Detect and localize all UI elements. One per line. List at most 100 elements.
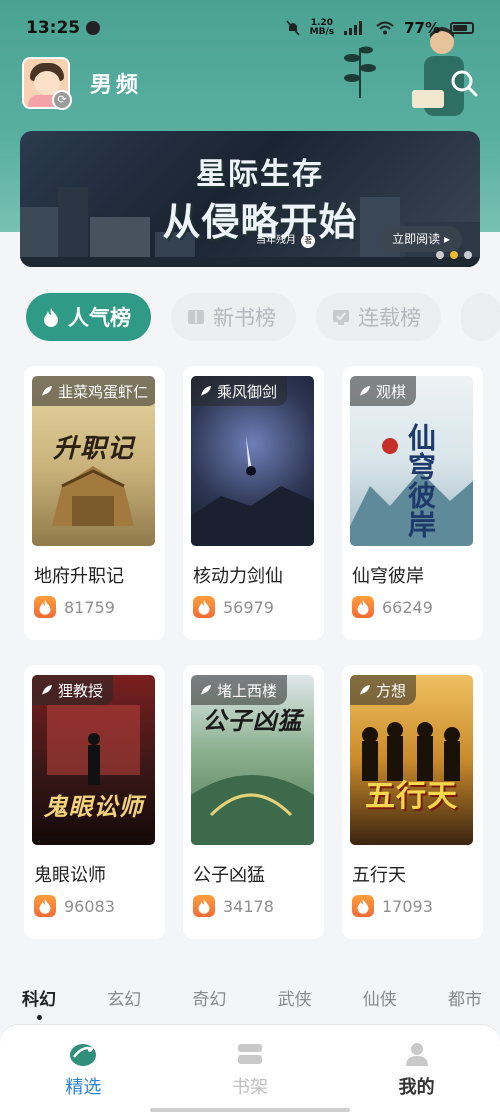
nav-profile[interactable]: 我的: [333, 1025, 500, 1115]
author-tag-text: 乘风御剑: [217, 382, 278, 401]
tab-xianxia[interactable]: 仙侠: [363, 985, 397, 1010]
heat-value: 96083: [64, 896, 115, 916]
status-indicators: 1.20 MB/s 77%: [286, 19, 474, 37]
feather-icon: [42, 386, 52, 396]
book-icon: [188, 310, 204, 324]
banner-author: 当年残月 著: [256, 231, 316, 248]
nav-featured[interactable]: 精选: [0, 1025, 167, 1115]
heat-value: 81759: [64, 597, 115, 617]
banner-dot[interactable]: [436, 251, 444, 259]
flame-icon: [44, 308, 58, 327]
book-title[interactable]: 核动力剑仙: [193, 562, 283, 588]
featured-icon: [70, 1044, 97, 1066]
book-heat: 56979: [193, 596, 274, 618]
check-badge-icon: [333, 310, 349, 325]
profile-icon: [405, 1043, 428, 1066]
channel-title[interactable]: 男频: [90, 67, 142, 99]
feather-icon: [201, 685, 211, 695]
heat-value: 17093: [382, 896, 433, 916]
banner-pagination: [436, 251, 472, 259]
category-tabs: 科幻 玄幻 奇幻 武侠 仙侠 都市: [22, 985, 482, 1020]
cover-title: 鬼眼讼师: [43, 793, 144, 821]
nav-profile-label: 我的: [398, 1077, 435, 1098]
author-tag-text: 观棋: [376, 382, 407, 401]
book-title[interactable]: 鬼眼讼师: [34, 861, 106, 887]
book-cover[interactable]: 乘风御剑: [191, 376, 314, 546]
nav-featured-label: 精选: [65, 1077, 102, 1098]
cover-title: 五行天: [365, 779, 458, 814]
author-tag-text: 狸教授: [58, 681, 104, 700]
switch-channel-icon[interactable]: ⟳: [52, 90, 72, 110]
mute-icon: [286, 20, 300, 36]
tab-fantasy[interactable]: 奇幻: [192, 985, 226, 1010]
book-heat: 66249: [352, 596, 433, 618]
book-cover[interactable]: 公子凶猛 堵上西楼: [191, 675, 314, 845]
book-cover[interactable]: 五行天 方想: [350, 675, 473, 845]
heat-value: 34178: [223, 896, 274, 916]
author-tag: 堵上西楼: [191, 675, 288, 705]
banner-author-name: 当年残月: [256, 235, 296, 246]
heat-value: 56979: [223, 597, 274, 617]
feather-icon: [360, 685, 370, 695]
top-bar: ⟳ 男频: [22, 56, 482, 110]
tab-serialized[interactable]: 连载榜: [316, 293, 441, 341]
author-tag: 狸教授: [32, 675, 114, 705]
feather-icon: [360, 386, 370, 396]
heat-value: 66249: [382, 597, 433, 617]
tab-more[interactable]: [461, 293, 500, 341]
book-cover[interactable]: 鬼眼讼师 狸教授: [32, 675, 155, 845]
home-indicator[interactable]: [150, 1108, 350, 1112]
banner-dot[interactable]: [464, 251, 472, 259]
banner-title-line1: 星际生存: [196, 157, 324, 192]
battery-icon: [450, 22, 474, 34]
book-title[interactable]: 地府升职记: [34, 562, 124, 588]
network-speed: 1.20 MB/s: [310, 19, 334, 37]
tab-new-books-label: 新书榜: [213, 306, 276, 330]
book-card[interactable]: 公子凶猛 堵上西楼 公子凶猛 34178: [183, 665, 324, 939]
cover-title: 仙穹彼岸: [404, 423, 437, 539]
tab-popular[interactable]: 人气榜: [26, 293, 151, 341]
battery-percent: 77%: [404, 19, 440, 37]
tab-xuanhuan[interactable]: 玄幻: [107, 985, 141, 1010]
nav-bookshelf[interactable]: 书架: [167, 1025, 334, 1115]
read-now-button[interactable]: 立即阅读 ▸: [380, 226, 462, 252]
fire-icon: [193, 596, 215, 618]
author-tag: 方想: [350, 675, 417, 705]
banner-dot-active[interactable]: [450, 251, 458, 259]
fire-icon: [34, 596, 56, 618]
book-card[interactable]: 乘风御剑 核动力剑仙 56979: [183, 366, 324, 640]
tab-new-books[interactable]: 新书榜: [171, 293, 296, 341]
book-title[interactable]: 五行天: [352, 861, 406, 887]
fire-icon: [352, 596, 374, 618]
book-cover[interactable]: 升职记 韭菜鸡蛋虾仁: [32, 376, 155, 546]
book-heat: 17093: [352, 895, 433, 917]
search-icon: [451, 70, 478, 97]
book-title[interactable]: 仙穹彼岸: [352, 562, 424, 588]
book-card[interactable]: 五行天 方想 五行天 17093: [342, 665, 483, 939]
nav-bookshelf-label: 书架: [232, 1077, 268, 1098]
book-card[interactable]: 鬼眼讼师 狸教授 鬼眼讼师 96083: [24, 665, 165, 939]
fire-icon: [34, 895, 56, 917]
author-tag-text: 堵上西楼: [217, 681, 278, 700]
status-time: 13:25: [26, 18, 81, 38]
rank-tabs: 人气榜 新书榜 连载榜: [26, 293, 500, 341]
book-heat: 81759: [34, 596, 115, 618]
message-notification-icon: [86, 21, 101, 35]
tab-serialized-label: 连载榜: [358, 306, 421, 330]
fire-icon: [193, 895, 215, 917]
book-ranking-grid: 升职记 韭菜鸡蛋虾仁 地府升职记 81759 乘风御剑 核动力剑仙 56979 …: [24, 366, 483, 939]
search-button[interactable]: [446, 65, 482, 101]
author-tag-text: 方想: [376, 681, 407, 700]
tab-scifi[interactable]: 科幻: [22, 985, 56, 1020]
cover-title: 公子凶猛: [202, 707, 303, 735]
book-card[interactable]: 仙穹彼岸 观棋 仙穹彼岸 66249: [342, 366, 483, 640]
fire-icon: [352, 895, 374, 917]
book-cover[interactable]: 仙穹彼岸 观棋: [350, 376, 473, 546]
tab-wuxia[interactable]: 武侠: [278, 985, 312, 1010]
promo-banner[interactable]: 星际生存 从侵略开始 当年残月 著 立即阅读 ▸: [20, 131, 480, 267]
tab-urban[interactable]: 都市: [448, 985, 482, 1010]
book-title[interactable]: 公子凶猛: [193, 861, 265, 887]
network-speed-unit: MB/s: [309, 27, 335, 37]
book-card[interactable]: 升职记 韭菜鸡蛋虾仁 地府升职记 81759: [24, 366, 165, 640]
feather-icon: [42, 685, 52, 695]
